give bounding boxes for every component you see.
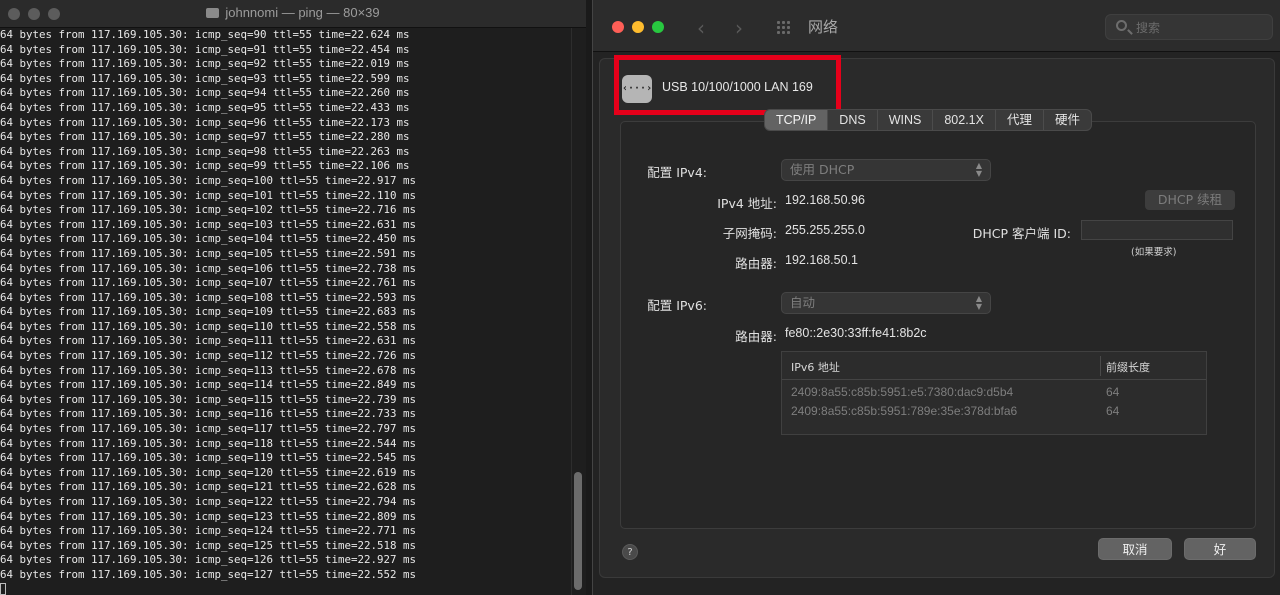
router-label: 路由器: bbox=[735, 256, 777, 271]
terminal-cursor-line bbox=[0, 582, 570, 595]
configure-ipv4-label: 配置 IPv4: bbox=[647, 165, 707, 180]
terminal-line: 64 bytes from 117.169.105.30: icmp_seq=1… bbox=[0, 509, 417, 523]
router-value: 192.168.50.1 bbox=[785, 253, 858, 267]
network-content-pane: ‹···› USB 10/100/1000 LAN 169 配置 IPv4: 使… bbox=[599, 55, 1275, 578]
terminal-line: 64 bytes from 117.169.105.30: icmp_seq=1… bbox=[0, 217, 417, 231]
terminal-line: 64 bytes from 117.169.105.30: icmp_seq=1… bbox=[0, 246, 417, 260]
forward-chevron-icon[interactable]: › bbox=[735, 16, 743, 40]
terminal-line: 64 bytes from 117.169.105.30: icmp_seq=1… bbox=[0, 188, 417, 202]
terminal-line: 64 bytes from 117.169.105.30: icmp_seq=1… bbox=[0, 465, 417, 479]
configure-ipv6-popup[interactable]: 自动 ▲ ▼ bbox=[781, 292, 991, 314]
tab-8021x[interactable]: 802.1X bbox=[933, 110, 996, 130]
terminal-line: 64 bytes from 117.169.105.30: icmp_seq=1… bbox=[0, 480, 417, 494]
subnet-mask-label: 子网掩码: bbox=[722, 226, 777, 241]
terminal-line: 64 bytes from 117.169.105.30: icmp_seq=1… bbox=[0, 319, 417, 333]
ipv4-address-value: 192.168.50.96 bbox=[785, 193, 865, 207]
terminal-line: 64 bytes from 117.169.105.30: icmp_seq=1… bbox=[0, 407, 417, 421]
help-button[interactable]: ? bbox=[622, 544, 638, 560]
table-row: 2409:8a55:c85b:5951:789e:35e:378d:bfa6 bbox=[791, 404, 1018, 418]
subnet-mask-value: 255.255.255.0 bbox=[785, 223, 865, 237]
terminal-titlebar: johnnomi — ping — 80×39 bbox=[0, 0, 586, 28]
close-button[interactable] bbox=[612, 21, 624, 33]
terminal-line: 64 bytes from 117.169.105.30: icmp_seq=9… bbox=[0, 28, 410, 41]
dhcp-client-id-label: DHCP 客户端 ID: bbox=[972, 226, 1071, 241]
terminal-line: 64 bytes from 117.169.105.30: icmp_seq=1… bbox=[0, 305, 417, 319]
tab-hardware[interactable]: 硬件 bbox=[1044, 110, 1091, 130]
table-row: 2409:8a55:c85b:5951:e5:7380:dac9:d5b4 bbox=[791, 385, 1014, 399]
tab-wins[interactable]: WINS bbox=[878, 110, 934, 130]
back-chevron-icon[interactable]: ‹ bbox=[697, 16, 705, 40]
terminal-line: 64 bytes from 117.169.105.30: icmp_seq=1… bbox=[0, 495, 417, 508]
terminal-line: 64 bytes from 117.169.105.30: icmp_seq=9… bbox=[0, 86, 410, 100]
window-title: 网络 bbox=[808, 18, 839, 36]
search-icon bbox=[1116, 20, 1127, 31]
terminal-line: 64 bytes from 117.169.105.30: icmp_seq=1… bbox=[0, 567, 417, 581]
terminal-line: 64 bytes from 117.169.105.30: icmp_seq=1… bbox=[0, 203, 417, 217]
tab-dns[interactable]: DNS bbox=[828, 110, 878, 130]
terminal-line: 64 bytes from 117.169.105.30: icmp_seq=1… bbox=[0, 173, 417, 187]
table-row-prefix: 64 bbox=[1106, 385, 1120, 399]
highlight-annotation-box bbox=[614, 55, 841, 115]
terminal-line: 64 bytes from 117.169.105.30: icmp_seq=1… bbox=[0, 538, 417, 552]
ipv6-table-header: IPv6 地址 前缀长度 bbox=[782, 352, 1206, 380]
terminal-scrollbar-thumb[interactable] bbox=[574, 472, 582, 590]
updown-chevron-icon: ▲ ▼ bbox=[975, 161, 983, 178]
tab-tcpip[interactable]: TCP/IP bbox=[765, 110, 829, 130]
terminal-line: 64 bytes from 117.169.105.30: icmp_seq=1… bbox=[0, 232, 417, 246]
terminal-line: 64 bytes from 117.169.105.30: icmp_seq=1… bbox=[0, 378, 417, 392]
terminal-line: 64 bytes from 117.169.105.30: icmp_seq=1… bbox=[0, 334, 417, 348]
router6-value: fe80::2e30:33ff:fe41:8b2c bbox=[785, 326, 927, 340]
terminal-line: 64 bytes from 117.169.105.30: icmp_seq=1… bbox=[0, 392, 417, 406]
ipv4-address-label: IPv4 地址: bbox=[717, 196, 777, 211]
terminal-line: 64 bytes from 117.169.105.30: icmp_seq=9… bbox=[0, 71, 410, 85]
cursor-block-icon bbox=[0, 582, 6, 595]
search-box[interactable] bbox=[1105, 14, 1273, 40]
dhcp-client-id-field[interactable] bbox=[1081, 220, 1233, 240]
terminal-line: 64 bytes from 117.169.105.30: icmp_seq=1… bbox=[0, 451, 417, 465]
terminal-line: 64 bytes from 117.169.105.30: icmp_seq=9… bbox=[0, 115, 410, 129]
show-all-grid-icon[interactable] bbox=[777, 21, 791, 34]
zoom-button[interactable] bbox=[652, 21, 664, 33]
dhcp-client-id-hint: (如果要求) bbox=[1131, 247, 1177, 258]
network-preferences-window: ‹ › 网络 ‹···› USB 10/100/1000 LAN 169 配置 … bbox=[592, 0, 1280, 595]
ok-button[interactable]: 好 bbox=[1184, 538, 1256, 560]
cancel-button[interactable]: 取消 bbox=[1098, 538, 1172, 560]
terminal-line: 64 bytes from 117.169.105.30: icmp_seq=1… bbox=[0, 363, 417, 377]
terminal-line: 64 bytes from 117.169.105.30: icmp_seq=1… bbox=[0, 261, 417, 275]
terminal-line: 64 bytes from 117.169.105.30: icmp_seq=1… bbox=[0, 276, 417, 290]
terminal-line: 64 bytes from 117.169.105.30: icmp_seq=9… bbox=[0, 57, 410, 71]
tcpip-tab-panel: 配置 IPv4: 使用 DHCP ▲ ▼ IPv4 地址: 192.168.50.… bbox=[620, 121, 1256, 529]
terminal-line: 64 bytes from 117.169.105.30: icmp_seq=1… bbox=[0, 422, 417, 436]
terminal-line: 64 bytes from 117.169.105.30: icmp_seq=1… bbox=[0, 436, 417, 450]
router6-label: 路由器: bbox=[735, 329, 777, 344]
terminal-line: 64 bytes from 117.169.105.30: icmp_seq=9… bbox=[0, 144, 410, 158]
terminal-line: 64 bytes from 117.169.105.30: icmp_seq=9… bbox=[0, 42, 410, 56]
folder-icon bbox=[206, 8, 220, 18]
terminal-line: 64 bytes from 117.169.105.30: icmp_seq=1… bbox=[0, 524, 417, 538]
terminal-line: 64 bytes from 117.169.105.30: icmp_seq=1… bbox=[0, 290, 417, 304]
updown-chevron-icon: ▲ ▼ bbox=[975, 294, 983, 311]
tab-bar: TCP/IP DNS WINS 802.1X 代理 硬件 bbox=[764, 109, 1092, 131]
terminal-line: 64 bytes from 117.169.105.30: icmp_seq=1… bbox=[0, 553, 417, 567]
ipv6-address-header: IPv6 地址 bbox=[791, 361, 840, 374]
prefix-length-header: 前缀长度 bbox=[1106, 361, 1150, 374]
terminal-line: 64 bytes from 117.169.105.30: icmp_seq=9… bbox=[0, 159, 410, 173]
configure-ipv4-popup[interactable]: 使用 DHCP ▲ ▼ bbox=[781, 159, 991, 181]
tab-proxy[interactable]: 代理 bbox=[996, 110, 1044, 130]
terminal-line: 64 bytes from 117.169.105.30: icmp_seq=1… bbox=[0, 349, 417, 363]
renew-dhcp-button[interactable]: DHCP 续租 bbox=[1145, 190, 1235, 210]
terminal-output[interactable]: 64 bytes from 117.169.105.30: icmp_seq=9… bbox=[0, 28, 570, 595]
terminal-window: johnnomi — ping — 80×39 64 bytes from 11… bbox=[0, 0, 586, 595]
search-input[interactable] bbox=[1136, 19, 1266, 36]
ipv6-address-table: IPv6 地址 前缀长度 2409:8a55:c85b:5951:e5:7380… bbox=[781, 351, 1207, 435]
terminal-line: 64 bytes from 117.169.105.30: icmp_seq=9… bbox=[0, 100, 410, 114]
minimize-button[interactable] bbox=[632, 21, 644, 33]
terminal-line: 64 bytes from 117.169.105.30: icmp_seq=9… bbox=[0, 130, 410, 144]
prefs-toolbar: ‹ › 网络 bbox=[593, 0, 1280, 52]
configure-ipv6-label: 配置 IPv6: bbox=[647, 298, 707, 313]
terminal-title: johnnomi — ping — 80×39 bbox=[0, 5, 586, 20]
table-row-prefix: 64 bbox=[1106, 404, 1120, 418]
